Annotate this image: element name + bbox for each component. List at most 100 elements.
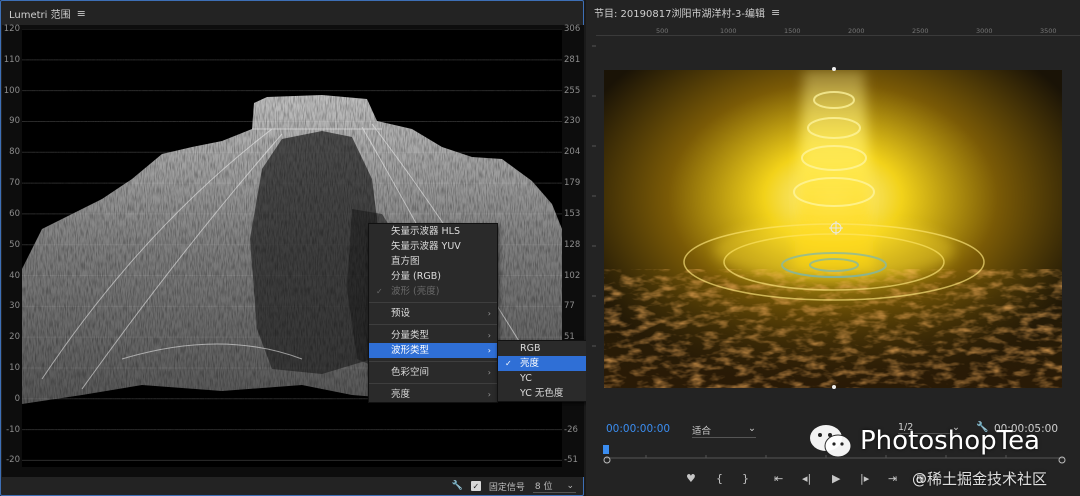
hamburger-icon[interactable]: ≡: [77, 7, 86, 20]
menu-item-label: 色彩空间: [391, 367, 430, 378]
site-watermark: @稀土掘金技术社区: [912, 468, 1047, 489]
in-point-icon[interactable]: {: [716, 472, 723, 485]
ruler-tick: 2500: [912, 27, 929, 35]
submenu-item-luma[interactable]: ✓ 亮度: [498, 356, 599, 371]
menu-separator: [369, 324, 497, 325]
hamburger-icon[interactable]: ≡: [771, 6, 780, 19]
step-back-icon[interactable]: ◂|: [802, 472, 811, 485]
right-axis-tick: -51: [564, 455, 578, 466]
chevron-down-icon: ⌄: [566, 480, 574, 491]
ruler-tick: 500: [656, 27, 669, 35]
clamp-signal-label: 固定信号: [488, 482, 525, 493]
chevron-right-icon: ›: [487, 390, 491, 399]
menu-item-presets[interactable]: 预设 ›: [369, 306, 497, 321]
menu-item-brightness[interactable]: 亮度 ›: [369, 387, 497, 402]
right-axis-tick: 179: [564, 178, 581, 189]
menu-item-label: 分量 (RGB): [391, 271, 441, 282]
menu-item-label: 亮度: [391, 389, 411, 400]
go-to-in-icon[interactable]: ⇤: [774, 472, 783, 485]
right-axis-tick: -26: [564, 424, 578, 435]
video-frame-image: [604, 70, 1062, 388]
left-axis-tick: 50: [9, 239, 20, 250]
step-forward-icon[interactable]: |▸: [860, 472, 869, 485]
left-axis-tick: -10: [6, 424, 20, 435]
menu-item-label: 直方图: [391, 256, 420, 267]
waveform-type-submenu: RGB ✓ 亮度 YC YC 无色度: [497, 340, 600, 402]
menu-item-label: 波形 (亮度): [391, 286, 440, 297]
zoom-fit-value: 适合: [692, 426, 712, 437]
menu-item-waveform-type[interactable]: 波形类型 ›: [369, 343, 497, 358]
program-panel-header[interactable]: 节目: 20190817浏阳市湖洋村-3-编辑 ≡: [586, 0, 1080, 24]
menu-item-label: RGB: [520, 343, 541, 354]
play-icon[interactable]: ▶: [832, 472, 840, 485]
site-watermark-text: @稀土掘金技术社区: [912, 470, 1048, 488]
menu-separator: [369, 361, 497, 362]
menu-item-vectorscope-hls[interactable]: 矢量示波器 HLS: [369, 224, 497, 239]
left-axis-tick: 0: [14, 393, 20, 404]
right-axis-tick: 128: [564, 239, 581, 250]
checkmark-icon: ✓: [376, 287, 383, 296]
menu-item-color-space[interactable]: 色彩空间 ›: [369, 365, 497, 380]
wrench-icon[interactable]: 🔧: [452, 481, 463, 491]
chevron-right-icon: ›: [487, 368, 491, 377]
menu-item-waveform-luma: ✓ 波形 (亮度): [369, 284, 497, 299]
frame-anchor-bottom[interactable]: [832, 385, 836, 389]
chat-logo-graphic: [810, 425, 852, 458]
left-axis-tick: -20: [6, 455, 20, 466]
vertical-ruler-ticks: [592, 45, 596, 347]
vertical-ruler: [586, 36, 596, 396]
right-axis-tick: 230: [564, 116, 581, 127]
chevron-right-icon: ›: [487, 331, 491, 340]
lumetri-panel-header[interactable]: Lumetri 范围 ≡: [1, 1, 583, 25]
zoom-fit-dropdown[interactable]: 适合 ⌄: [692, 423, 756, 438]
brand-watermark: PhotoshopTea: [808, 422, 1040, 460]
right-axis-tick: 281: [564, 54, 581, 65]
menu-item-label: 矢量示波器 YUV: [391, 241, 461, 252]
ruler-tick: 2000: [848, 27, 865, 35]
left-axis-tick: 10: [9, 362, 20, 373]
lumetri-scopes-panel: Lumetri 范围 ≡ 120 110 100 90 80 70 60 50 40 30 20 10…: [0, 0, 600, 496]
chat-logo-icon: [808, 422, 852, 460]
menu-item-label: 分量类型: [391, 330, 430, 341]
ruler-tick: 3000: [976, 27, 993, 35]
go-to-out-icon[interactable]: ⇥: [888, 472, 897, 485]
right-axis-tick: 77: [564, 301, 575, 312]
menu-item-label: 预设: [391, 308, 411, 319]
left-axis-tick: 100: [3, 85, 20, 96]
playhead[interactable]: [603, 445, 609, 454]
current-timecode[interactable]: 00:00:00:00: [606, 423, 670, 435]
menu-item-histogram[interactable]: 直方图: [369, 254, 497, 269]
scope-context-menu: 矢量示波器 HLS 矢量示波器 YUV 直方图 分量 (RGB) ✓ 波形 (亮度…: [368, 223, 498, 403]
bit-depth-dropdown[interactable]: 8 位 ⌄: [532, 479, 576, 493]
right-axis-tick: 306: [564, 24, 581, 34]
menu-item-label: YC: [520, 373, 532, 384]
out-point-icon[interactable]: }: [742, 472, 749, 485]
left-axis-tick: 80: [9, 147, 20, 158]
lumetri-panel-title: Lumetri 范围: [9, 9, 71, 21]
chevron-down-icon: ⌄: [748, 423, 756, 434]
frame-anchor-top[interactable]: [832, 67, 836, 71]
ruler-tick: 3500: [1040, 27, 1057, 35]
scope-footer: 🔧 ✓ 固定信号 8 位 ⌄: [2, 477, 584, 495]
program-panel-title: 节目: 20190817浏阳市湖洋村-3-编辑: [594, 8, 766, 20]
menu-item-label: 亮度: [520, 358, 540, 369]
menu-item-parade-rgb[interactable]: 分量 (RGB): [369, 269, 497, 284]
menu-item-parade-type[interactable]: 分量类型 ›: [369, 328, 497, 343]
left-axis-tick: 30: [9, 301, 20, 312]
menu-item-label: 波形类型: [391, 345, 430, 356]
submenu-item-yc[interactable]: YC: [498, 371, 599, 386]
right-axis-tick: 153: [564, 208, 581, 219]
marker-icon[interactable]: ♥: [686, 472, 696, 485]
menu-item-vectorscope-yuv[interactable]: 矢量示波器 YUV: [369, 239, 497, 254]
menu-separator: [369, 383, 497, 384]
chevron-right-icon: ›: [487, 346, 491, 355]
ruler-tick: 1000: [720, 27, 737, 35]
submenu-item-rgb[interactable]: RGB: [498, 341, 599, 356]
left-axis-tick: 70: [9, 178, 20, 189]
submenu-item-yc-no-chroma[interactable]: YC 无色度: [498, 386, 599, 401]
right-axis-tick: 204: [564, 147, 581, 158]
left-axis-tick: 120: [3, 24, 20, 34]
clamp-signal-checkbox[interactable]: ✓: [470, 481, 481, 491]
ruler-tick: 1500: [784, 27, 801, 35]
program-video-frame[interactable]: [604, 70, 1062, 388]
